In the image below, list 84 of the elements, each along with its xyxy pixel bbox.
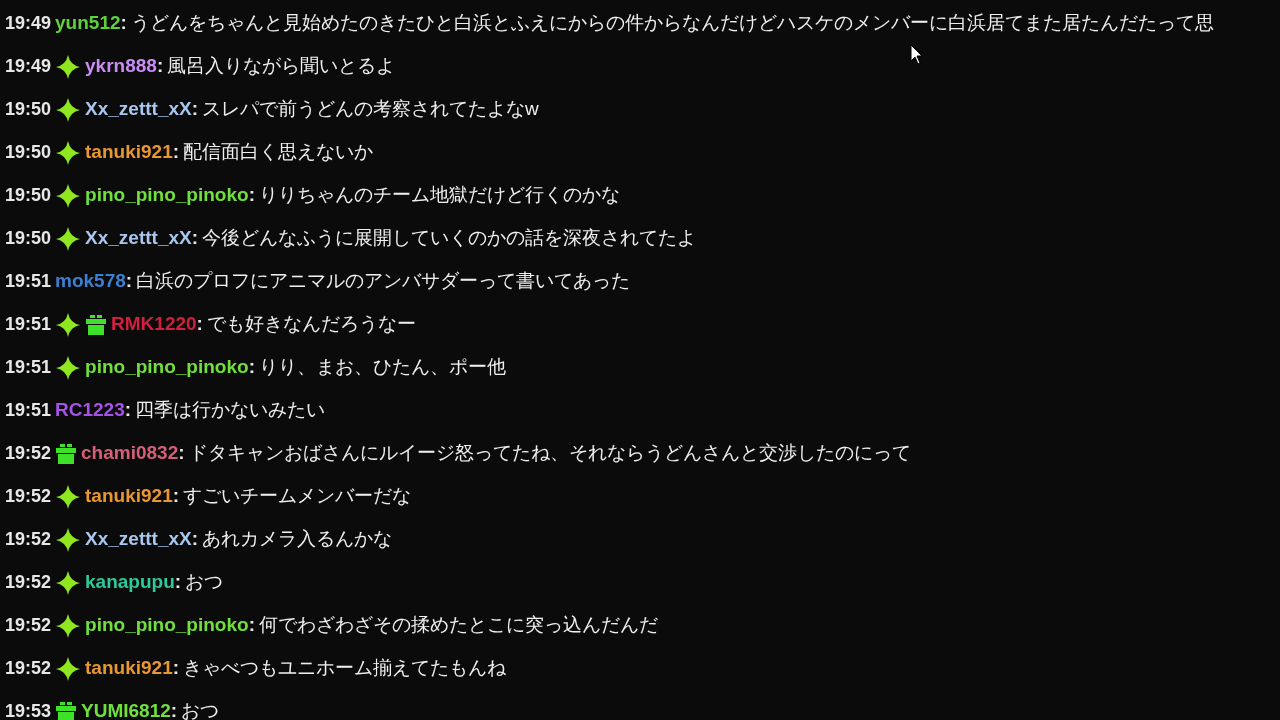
username[interactable]: RC1223 [55,396,125,425]
username[interactable]: chami0832 [81,439,179,468]
chat-message: 四季は行かないみたい [135,398,326,423]
username[interactable]: YUMI6812 [81,697,171,720]
sparkle-badge-icon [55,139,82,166]
timestamp: 19:51 [5,313,52,336]
mouse-pointer-icon [910,44,923,66]
colon: : [174,570,182,595]
timestamp: 19:53 [5,700,52,720]
timestamp: 19:52 [5,442,52,465]
colon: : [191,97,199,122]
colon: : [170,699,178,720]
sparkle-badge-icon [55,311,82,338]
sparkle-badge-icon [55,612,82,639]
sparkle-badge-icon [55,53,82,80]
chat-message: うどんをちゃんと見始めたのきたひと白浜とふえにからの件からなんだけどハスケのメンバーに白浜居てまた居たんだたって思 [130,11,1214,36]
username[interactable]: Xx_zettt_xX [85,224,192,253]
username[interactable]: yun512 [55,9,121,38]
colon: : [125,269,133,294]
username[interactable]: pino_pino_pinoko [85,611,249,640]
chat-message: りり、まお、ひたん、ポー他 [259,355,506,380]
colon: : [172,484,180,509]
colon: : [156,54,164,79]
chat-message: おつ [185,570,224,595]
timestamp: 19:52 [5,485,52,508]
chat-message: ドタキャンおばさんにルイージ怒ってたね、それならうどんさんと交渉したのにって [188,441,911,466]
chat-message: すごいチームメンバーだな [183,484,412,509]
colon: : [248,183,255,208]
colon: : [124,398,132,423]
sparkle-badge-icon [55,225,82,252]
sparkle-badge-icon [55,354,82,381]
username[interactable]: kanapupu [85,568,175,597]
username[interactable]: ykrn888 [85,52,157,81]
sparkle-badge-icon [55,569,82,596]
chat-message: おつ [181,699,220,720]
chat-message: あれカメラ入るんかな [202,527,393,552]
chat-message: りりちゃんのチーム地獄だけど行くのかな [259,183,620,208]
chat-message: 配信面白く思えないか [183,140,374,165]
gift-badge-icon [85,313,108,336]
sparkle-badge-icon [55,483,82,510]
username[interactable]: pino_pino_pinoko [85,353,249,382]
colon: : [196,312,203,337]
username[interactable]: RMK1220 [111,310,197,339]
colon: : [191,226,199,251]
colon: : [120,11,127,36]
timestamp: 19:50 [5,227,52,250]
username[interactable]: tanuki921 [85,138,173,167]
timestamp: 19:50 [5,141,52,164]
chat-message: 今後どんなふうに展開していくのかの話を深夜されてたよ [202,226,697,251]
username[interactable]: mok578 [55,267,126,296]
chat-message: スレパで前うどんの考察されてたよなw [202,97,539,122]
chat-message: 白浜のプロフにアニマルのアンバサダーって書いてあった [136,269,631,294]
username[interactable]: pino_pino_pinoko [85,181,249,210]
sparkle-badge-icon [55,96,82,123]
colon: : [248,613,255,638]
colon: : [191,527,199,552]
colon: : [172,656,180,681]
sparkle-badge-icon [55,182,82,209]
username[interactable]: Xx_zettt_xX [85,525,192,554]
username[interactable]: tanuki921 [85,654,173,683]
gift-badge-icon [55,700,78,720]
username[interactable]: tanuki921 [85,482,173,511]
timestamp: 19:50 [5,184,52,207]
timestamp: 19:52 [5,657,52,680]
sparkle-badge-icon [55,655,82,682]
timestamp: 19:50 [5,98,52,121]
username[interactable]: Xx_zettt_xX [85,95,192,124]
timestamp: 19:51 [5,356,52,379]
timestamp: 19:52 [5,614,52,637]
chat-message: きゃべつもユニホーム揃えてたもんね [183,656,507,681]
sparkle-badge-icon [55,526,82,553]
timestamp: 19:52 [5,571,52,594]
colon: : [248,355,255,380]
colon: : [178,441,185,466]
colon: : [172,140,180,165]
chat-message: でも好きなんだろうなー [206,312,416,337]
timestamp: 19:51 [5,399,52,422]
gift-badge-icon [55,442,78,465]
timestamp: 19:51 [5,270,52,293]
timestamp: 19:49 [5,55,52,78]
chat-message: 風呂入りながら聞いとるよ [167,54,396,79]
timestamp: 19:49 [5,12,52,35]
timestamp: 19:52 [5,528,52,551]
chat-message: 何でわざわざその揉めたとこに突っ込んだんだ [259,613,658,638]
